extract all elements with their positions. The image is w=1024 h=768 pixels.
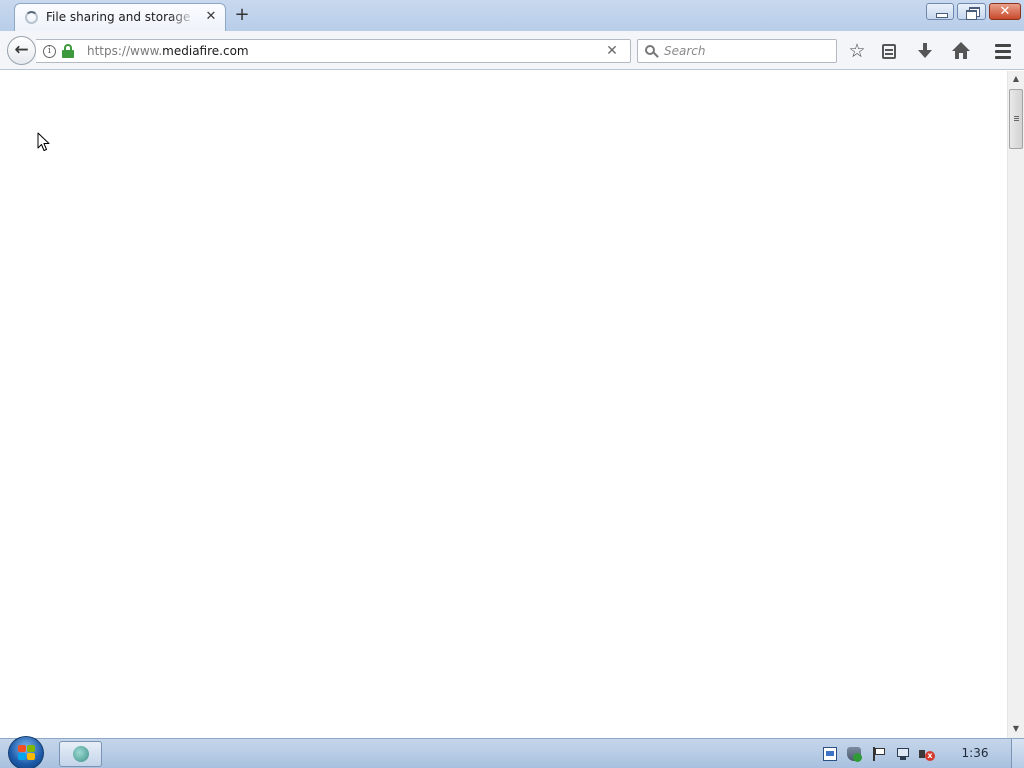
mouse-pointer-icon — [37, 132, 50, 151]
windows-logo-icon — [18, 745, 36, 761]
bookmarks-list-icon[interactable] — [879, 41, 899, 61]
bookmark-star-icon[interactable]: ☆ — [847, 41, 867, 61]
site-info-icon[interactable]: i — [43, 45, 56, 58]
navigation-toolbar: i https://www.mediafire.com ✕ ← Search ☆ — [0, 31, 1024, 70]
scroll-down-icon[interactable]: ▼ — [1008, 721, 1024, 737]
tab-active[interactable]: File sharing and storage made simple ✕ — [14, 3, 226, 31]
search-bar[interactable]: Search — [637, 39, 837, 63]
taskbar: x 1:36 — [0, 736, 1024, 768]
browser-title-bar: File sharing and storage made simple ✕ +… — [0, 0, 1024, 31]
scroll-up-icon[interactable]: ▲ — [1008, 71, 1024, 87]
scroll-thumb[interactable] — [1009, 89, 1023, 149]
download-icon[interactable] — [915, 41, 935, 61]
tray-action-center-flag-icon[interactable] — [872, 747, 886, 761]
show-desktop-button[interactable] — [1011, 739, 1024, 768]
vertical-scrollbar[interactable]: ▲ ▼ — [1007, 71, 1024, 738]
back-arrow-icon: ← — [14, 40, 29, 60]
tray-document-icon[interactable] — [823, 747, 837, 761]
tray-network-icon[interactable] — [896, 747, 910, 761]
new-tab-icon[interactable]: + — [233, 6, 251, 24]
stop-loading-icon[interactable]: ✕ — [604, 43, 620, 59]
browser-app-icon — [73, 746, 89, 762]
url-prefix: https://www. — [87, 44, 163, 58]
url-bar[interactable]: i https://www.mediafire.com ✕ — [36, 39, 631, 63]
hamburger-menu-icon[interactable] — [993, 41, 1013, 61]
url-text[interactable]: https://www.mediafire.com — [87, 44, 587, 60]
tray-volume-muted-icon[interactable]: x — [919, 747, 935, 761]
taskbar-app-browser[interactable] — [59, 741, 102, 767]
tray-security-icon[interactable] — [847, 747, 862, 762]
loading-spinner-icon — [25, 11, 38, 24]
lock-icon[interactable] — [62, 44, 74, 58]
search-placeholder: Search — [664, 44, 706, 58]
start-button[interactable] — [8, 736, 44, 768]
back-button[interactable]: ← — [7, 36, 36, 65]
tab-close-icon[interactable]: ✕ — [203, 9, 219, 25]
close-window-button[interactable]: ✕ — [989, 3, 1021, 20]
search-icon — [645, 45, 659, 59]
home-icon[interactable] — [951, 41, 971, 61]
restore-button[interactable] — [957, 3, 986, 20]
tab-title: File sharing and storage made simple — [46, 10, 196, 24]
page-viewport[interactable] — [0, 71, 1007, 738]
url-domain: mediafire.com — [162, 44, 249, 58]
taskbar-clock[interactable]: 1:36 — [950, 746, 1000, 762]
close-icon: ✕ — [999, 4, 1011, 19]
minimize-button[interactable] — [926, 3, 954, 20]
